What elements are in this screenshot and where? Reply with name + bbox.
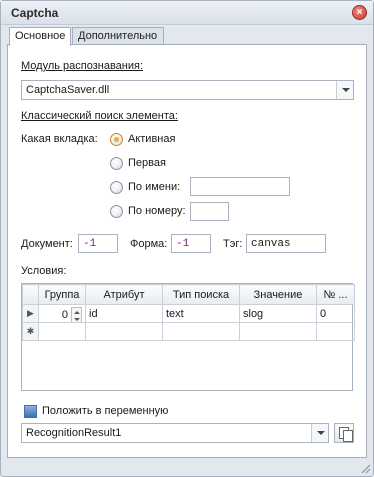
radio-active[interactable] [110,133,123,146]
cell-search-type[interactable]: text [162,304,240,323]
radio-by-name-label: По имени: [128,181,181,193]
module-label: Модуль распознавания: [21,60,144,72]
form-value: -1 [176,238,190,250]
tab-main[interactable]: Основное [9,27,71,46]
radio-by-number[interactable] [110,205,123,218]
radio-first-label: Первая [128,157,166,169]
cell-group[interactable]: 0 [38,304,86,323]
new-row-asterisk-icon: ✱ [22,322,39,341]
header-row: Группа Атрибут Тип поиска Значение № ... [22,284,355,305]
tag-label: Тэг: [223,238,243,250]
tab-name-input[interactable] [190,177,290,196]
corner-header [22,284,39,305]
captcha-window: Captcha × Основное Дополнительно Модуль … [0,0,374,477]
search-section-label: Классический поиск элемента: [21,110,178,122]
radio-active-label: Активная [128,133,176,145]
document-input[interactable]: -1 [78,234,118,253]
cell-value[interactable]: slog [239,304,317,323]
column-header-group[interactable]: Группа [38,284,86,305]
tab-additional[interactable]: Дополнительно [72,27,164,45]
module-select[interactable]: CaptchaSaver.dll [21,80,354,100]
form-input[interactable]: -1 [171,234,211,253]
column-header-attribute[interactable]: Атрибут [85,284,163,305]
conditions-table: Группа Атрибут Тип поиска Значение № ...… [22,284,355,341]
row-pointer-icon[interactable]: ▶ [22,304,39,323]
stepper-arrows-icon[interactable] [71,306,82,322]
column-header-number[interactable]: № ... [316,284,355,305]
module-value: CaptchaSaver.dll [26,84,110,96]
save-to-variable-label: Положить в переменную [42,405,169,417]
group-stepper[interactable]: 0 [42,306,82,322]
title-bar[interactable]: Captcha × [1,1,373,25]
radio-by-number-label: По номеру: [128,205,186,217]
radio-by-name[interactable] [110,181,123,194]
main-panel: Модуль распознавания: CaptchaSaver.dll К… [7,44,367,458]
new-row[interactable]: ✱ [22,322,355,341]
copy-icon[interactable] [334,423,354,443]
cell-number[interactable]: 0 [316,304,355,323]
document-label: Документ: [21,238,73,250]
variable-value: RecognitionResult1 [26,427,122,439]
tab-number-input[interactable] [190,202,229,221]
chevron-down-icon[interactable] [311,424,328,442]
variable-select[interactable]: RecognitionResult1 [21,423,329,443]
form-label: Форма: [130,238,168,250]
chevron-down-icon[interactable] [336,81,353,99]
cell-attribute[interactable]: id [85,304,163,323]
column-header-search-type[interactable]: Тип поиска [162,284,240,305]
window-title: Captcha [11,6,59,20]
table-row[interactable]: ▶ 0 id text slog 0 [22,304,355,323]
tag-value: canvas [251,238,291,250]
resize-grip-icon[interactable] [359,462,371,474]
radio-first[interactable] [110,157,123,170]
tag-input[interactable]: canvas [246,234,326,253]
conditions-label: Условия: [21,265,67,277]
conditions-grid: Группа Атрибут Тип поиска Значение № ...… [21,283,355,391]
tab-which-label: Какая вкладка: [21,133,98,145]
document-value: -1 [83,238,97,250]
column-header-value[interactable]: Значение [239,284,317,305]
close-icon[interactable]: × [352,5,367,20]
save-to-variable-checkbox[interactable] [24,405,37,418]
